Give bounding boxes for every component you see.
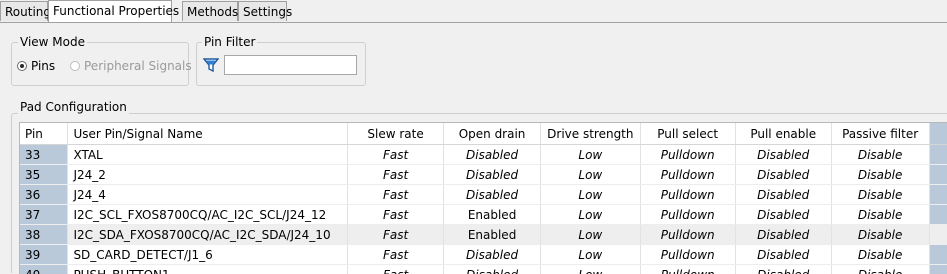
tab-functional-properties[interactable]: Functional Properties: [48, 0, 172, 22]
cell-drive-strength[interactable]: Low: [541, 205, 641, 225]
radio-label: Pins: [31, 59, 55, 73]
cell-more: [929, 145, 947, 165]
cell-slew-rate[interactable]: Fast: [348, 185, 444, 205]
cell-more: [929, 225, 947, 245]
cell-pull-select[interactable]: Pulldown: [640, 145, 735, 165]
cell-open-drain[interactable]: Disabled: [444, 145, 541, 165]
cell-passive-filter[interactable]: Disable: [831, 145, 929, 165]
cell-more: [929, 165, 947, 185]
col-header-more: [929, 123, 947, 145]
cell-name[interactable]: I2C_SCL_FXOS8700CQ/AC_I2C_SCL/J24_12: [68, 205, 348, 225]
cell-pull-enable[interactable]: Disabled: [735, 225, 831, 245]
cell-pull-select[interactable]: Pulldown: [640, 185, 735, 205]
cell-passive-filter[interactable]: Disable: [831, 205, 929, 225]
cell-name[interactable]: J24_2: [68, 165, 348, 185]
cell-pull-enable[interactable]: Disabled: [735, 185, 831, 205]
cell-pull-select[interactable]: Pulldown: [640, 245, 735, 265]
radio-indicator: [17, 61, 27, 71]
cell-more: [929, 245, 947, 265]
cell-slew-rate[interactable]: Fast: [348, 165, 444, 185]
view-mode-title: View Mode: [18, 35, 87, 49]
col-header-pin[interactable]: Pin: [20, 123, 68, 145]
view-mode-peripheral-signals-radio[interactable]: Peripheral Signals: [70, 59, 192, 73]
pin-filter-title: Pin Filter: [202, 35, 257, 49]
tab-routing[interactable]: Routing: [0, 1, 48, 21]
tab-label: Routing: [5, 5, 51, 19]
cell-slew-rate[interactable]: Fast: [348, 245, 444, 265]
cell-slew-rate[interactable]: Fast: [348, 145, 444, 165]
cell-pin[interactable]: 37: [20, 205, 68, 225]
cell-passive-filter[interactable]: Disable: [831, 245, 929, 265]
pad-config-table: Pin User Pin/Signal Name Slew rate Open …: [19, 122, 947, 274]
view-mode-pins-radio[interactable]: Pins: [17, 59, 55, 73]
cell-more: [929, 205, 947, 225]
table-row[interactable]: 38I2C_SDA_FXOS8700CQ/AC_I2C_SDA/J24_10Fa…: [20, 225, 947, 245]
cell-drive-strength[interactable]: Low: [541, 185, 641, 205]
cell-drive-strength[interactable]: Low: [541, 165, 641, 185]
cell-open-drain[interactable]: Disabled: [444, 185, 541, 205]
cell-pull-enable[interactable]: Disabled: [735, 205, 831, 225]
cell-pin[interactable]: 38: [20, 225, 68, 245]
table-row[interactable]: 33XTALFastDisabledLowPulldownDisabledDis…: [20, 145, 947, 165]
tab-methods[interactable]: Methods: [182, 1, 238, 21]
table-row[interactable]: 39SD_CARD_DETECT/J1_6FastDisabledLowPull…: [20, 245, 947, 265]
tab-label: Functional Properties: [53, 4, 179, 18]
cell-drive-strength[interactable]: Low: [541, 145, 641, 165]
cell-pin[interactable]: 35: [20, 165, 68, 185]
filter-icon: [203, 57, 219, 73]
cell-pin[interactable]: 33: [20, 145, 68, 165]
cell-passive-filter[interactable]: Disable: [831, 185, 929, 205]
col-header-drive-strength[interactable]: Drive strength: [541, 123, 641, 145]
cell-pull-enable[interactable]: Disabled: [735, 245, 831, 265]
cell-open-drain[interactable]: Disabled: [444, 165, 541, 185]
cell-pin[interactable]: 36: [20, 185, 68, 205]
cell-slew-rate[interactable]: Fast: [348, 205, 444, 225]
cell-passive-filter[interactable]: Disable: [831, 165, 929, 185]
table-row[interactable]: 35J24_2FastDisabledLowPulldownDisabledDi…: [20, 165, 947, 185]
cell-pull-select[interactable]: Pulldown: [640, 225, 735, 245]
col-header-passive-filter[interactable]: Passive filter: [831, 123, 929, 145]
col-header-name[interactable]: User Pin/Signal Name: [68, 123, 348, 145]
cell-name[interactable]: J24_4: [68, 185, 348, 205]
tab-label: Settings: [243, 5, 292, 19]
cell-drive-strength[interactable]: Low: [541, 225, 641, 245]
tab-label: Methods: [187, 5, 238, 19]
col-header-pull-select[interactable]: Pull select: [640, 123, 735, 145]
table-row[interactable]: 37I2C_SCL_FXOS8700CQ/AC_I2C_SCL/J24_12Fa…: [20, 205, 947, 225]
cell-pin[interactable]: 39: [20, 245, 68, 265]
cell-open-drain[interactable]: Enabled: [444, 225, 541, 245]
col-header-slew-rate[interactable]: Slew rate: [348, 123, 444, 145]
radio-label: Peripheral Signals: [84, 59, 192, 73]
col-header-open-drain[interactable]: Open drain: [444, 123, 541, 145]
cell-slew-rate[interactable]: Fast: [348, 225, 444, 245]
cell-passive-filter[interactable]: Disable: [831, 225, 929, 245]
cell-pull-enable[interactable]: Disabled: [735, 145, 831, 165]
cell-more: [929, 185, 947, 205]
cell-pull-select[interactable]: Pulldown: [640, 205, 735, 225]
table-header-row: Pin User Pin/Signal Name Slew rate Open …: [20, 123, 947, 145]
radio-indicator: [70, 61, 80, 71]
col-header-pull-enable[interactable]: Pull enable: [735, 123, 831, 145]
tab-settings[interactable]: Settings: [238, 1, 287, 21]
table-row[interactable]: 36J24_4FastDisabledLowPulldownDisabledDi…: [20, 185, 947, 205]
cell-drive-strength[interactable]: Low: [541, 245, 641, 265]
pad-config-title: Pad Configuration: [18, 100, 129, 114]
cell-open-drain[interactable]: Enabled: [444, 205, 541, 225]
cell-name[interactable]: XTAL: [68, 145, 348, 165]
cell-open-drain[interactable]: Disabled: [444, 245, 541, 265]
tab-bar: Routing Functional Properties Methods Se…: [0, 0, 947, 23]
pin-filter-input[interactable]: [224, 55, 357, 75]
cell-name[interactable]: I2C_SDA_FXOS8700CQ/AC_I2C_SDA/J24_10: [68, 225, 348, 245]
cell-pull-enable[interactable]: Disabled: [735, 165, 831, 185]
cell-name[interactable]: SD_CARD_DETECT/J1_6: [68, 245, 348, 265]
cell-pull-select[interactable]: Pulldown: [640, 165, 735, 185]
